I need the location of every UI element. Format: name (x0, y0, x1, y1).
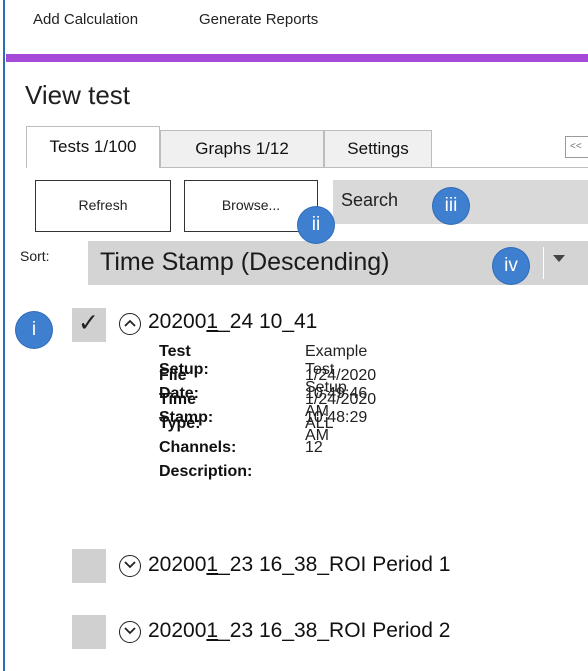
tab-tests[interactable]: Tests 1/100 (26, 126, 160, 168)
callout-badge-iii: iii (433, 188, 469, 224)
detail-label: Type: (159, 415, 201, 432)
tab-strip: Graphs 1/12 Settings Tests 1/100 << (26, 126, 588, 168)
test-checkbox[interactable] (72, 549, 106, 583)
callout-badge-ii: ii (298, 207, 334, 243)
callout-badge-i: i (16, 312, 52, 348)
chevron-down-icon[interactable] (553, 255, 565, 262)
test-name-part: 20200 (148, 553, 207, 576)
detail-value: ALL (305, 415, 334, 432)
detail-label: Description: (159, 463, 253, 480)
test-name-part: 1 (206, 553, 219, 576)
expand-chevron-icon[interactable] (119, 555, 141, 577)
sort-divider (543, 247, 544, 279)
menu-generate-reports[interactable]: Generate Reports (199, 11, 318, 28)
test-name-part: _23 16_38_ROI Period 1 (218, 553, 451, 576)
test-name[interactable]: 202001_23 16_38_ROI Period 2 (148, 619, 450, 643)
test-name-part: 1 (206, 310, 219, 333)
test-name-part: 1 (206, 619, 219, 642)
expand-chevron-icon[interactable] (119, 621, 141, 643)
page-title: View test (25, 80, 131, 110)
tab-graphs[interactable]: Graphs 1/12 (160, 130, 324, 167)
window-border (3, 0, 5, 671)
test-name-part: _23 16_38_ROI Period 2 (218, 619, 451, 642)
collapse-chevron-icon[interactable] (119, 313, 141, 335)
menu-bar: Add Calculation Generate Reports (6, 0, 588, 44)
test-checkbox[interactable] (72, 615, 106, 649)
test-name-part: 20200 (148, 619, 207, 642)
refresh-button[interactable]: Refresh (35, 180, 171, 232)
menu-add-calculation[interactable]: Add Calculation (33, 11, 138, 28)
test-checkbox[interactable]: ✓ (72, 308, 106, 342)
test-name[interactable]: 202001_23 16_38_ROI Period 1 (148, 553, 450, 577)
detail-label: Channels: (159, 439, 237, 456)
collapse-panel-button[interactable]: << (565, 136, 588, 158)
checkmark-icon: ✓ (78, 309, 99, 337)
accent-bar (6, 54, 588, 62)
tab-settings[interactable]: Settings (324, 130, 432, 167)
test-name-part: 20200 (148, 310, 207, 333)
test-name-part: _24 10_41 (218, 310, 318, 333)
test-name[interactable]: 202001_24 10_41 (148, 310, 317, 334)
sort-label: Sort: (20, 248, 50, 264)
sort-selected-value: Time Stamp (Descending) (100, 248, 390, 276)
callout-badge-iv: iv (493, 248, 529, 284)
detail-value: 12 (305, 439, 323, 456)
